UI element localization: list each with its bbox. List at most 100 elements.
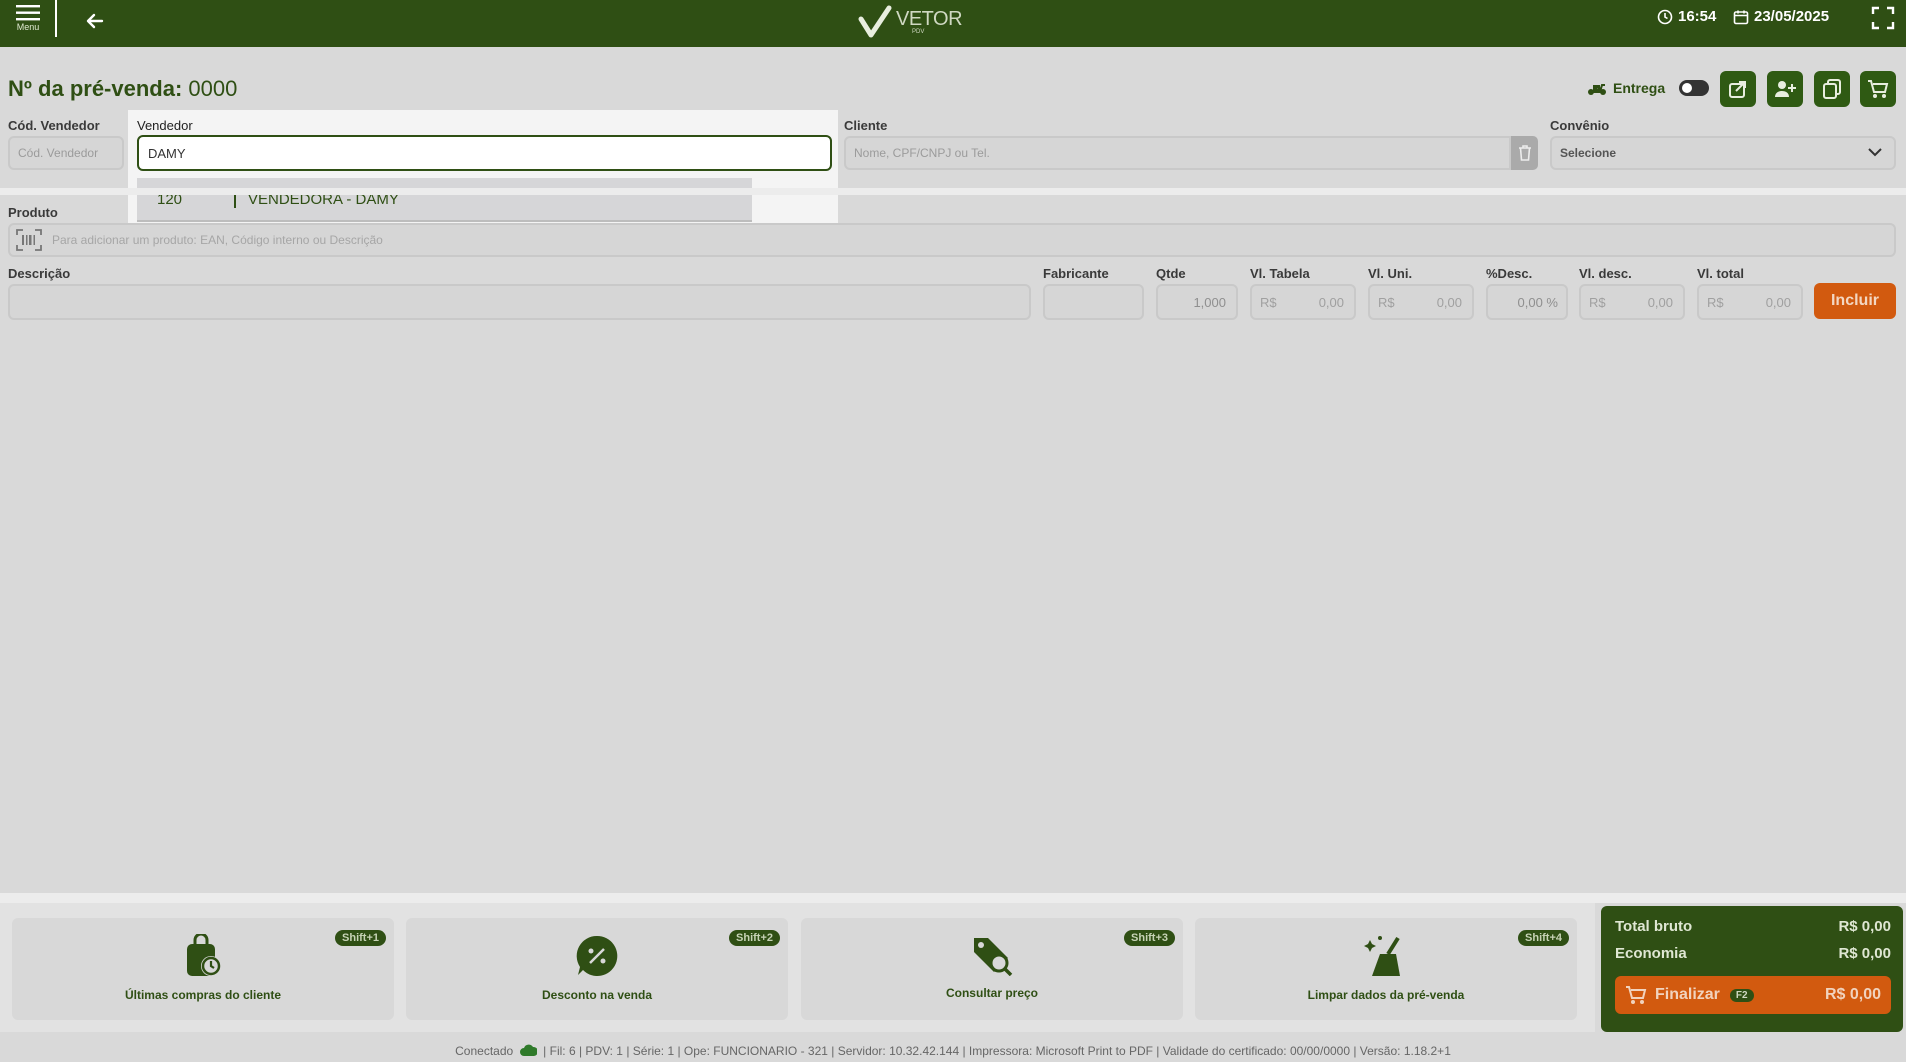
- pct-desc-label: %Desc.: [1486, 266, 1533, 281]
- divider: [55, 0, 57, 37]
- clear-client-button[interactable]: [1511, 136, 1538, 170]
- entrega-toggle-group: Entrega: [1587, 80, 1710, 96]
- action-ultimas-compras[interactable]: Shift+1 Últimas compras do cliente: [12, 918, 394, 1020]
- currency-label: R$: [1707, 294, 1724, 310]
- back-button[interactable]: [82, 8, 108, 34]
- menu-label: Menu: [16, 22, 40, 32]
- cart-button[interactable]: [1860, 71, 1896, 107]
- fullscreen-button[interactable]: [1870, 5, 1896, 31]
- economia-value: R$ 0,00: [1838, 945, 1891, 962]
- broom-icon: [1364, 936, 1400, 976]
- total-bruto-label: Total bruto: [1615, 918, 1693, 935]
- convenio-value: Selecione: [1560, 146, 1617, 160]
- total-bruto-row: Total bruto R$ 0,00: [1615, 918, 1891, 935]
- action-label: Desconto na venda: [541, 988, 653, 1002]
- convenio-label: Convênio: [1550, 118, 1610, 133]
- convenio-select[interactable]: Selecione: [1550, 136, 1896, 170]
- barcode-scan-icon: [16, 229, 42, 251]
- connection-status: Conectado: [455, 1044, 514, 1058]
- currency-label: R$: [1378, 294, 1395, 310]
- section-divider: [0, 188, 1906, 195]
- entrega-toggle[interactable]: [1679, 80, 1710, 96]
- vl-total-input[interactable]: R$ 0,00: [1697, 284, 1803, 320]
- action-label: Consultar preço: [945, 986, 1038, 1000]
- share-icon: [1729, 81, 1746, 98]
- vl-total-value: 0,00: [1765, 294, 1791, 310]
- qtde-label: Qtde: [1156, 266, 1186, 281]
- trash-icon: [1518, 145, 1531, 161]
- hamburger-icon: [16, 5, 40, 21]
- arrow-left-icon: [86, 13, 104, 29]
- status-bar: Conectado | Fil: 6 | PDV: 1 | Série: 1 |…: [0, 1040, 1906, 1062]
- action-desconto[interactable]: Shift+2 Desconto na venda: [406, 918, 788, 1020]
- total-bruto-value: R$ 0,00: [1838, 918, 1891, 935]
- vendedor-label: Vendedor: [137, 118, 193, 133]
- status-info: | Fil: 6 | PDV: 1 | Série: 1 | Ope: FUNC…: [543, 1044, 1451, 1058]
- vl-desc-input[interactable]: R$ 0,00: [1579, 284, 1685, 320]
- logo-check-icon: [858, 5, 892, 38]
- qtde-input[interactable]: 1,000: [1156, 284, 1238, 320]
- copy-button[interactable]: [1814, 71, 1850, 107]
- economia-label: Economia: [1615, 945, 1687, 962]
- top-bar: Menu VETOR PDV 16:54 23/05/2025: [0, 0, 1906, 47]
- fabricante-label: Fabricante: [1043, 266, 1109, 281]
- economia-row: Economia R$ 0,00: [1615, 945, 1891, 962]
- vl-uni-input[interactable]: R$ 0,00: [1368, 284, 1474, 320]
- pct-desc-input[interactable]: 0,00 %: [1486, 284, 1568, 320]
- shortcut-badge: Shift+2: [729, 930, 780, 946]
- clock: 16:54: [1657, 8, 1716, 25]
- bottom-divider: [0, 893, 1906, 903]
- copy-icon: [1823, 79, 1841, 99]
- action-label: Limpar dados da pré-venda: [1307, 988, 1465, 1002]
- cod-vendedor-input[interactable]: Cód. Vendedor: [8, 136, 124, 170]
- incluir-button[interactable]: Incluir: [1814, 283, 1896, 319]
- discount-icon: [576, 935, 618, 976]
- date: 23/05/2025: [1733, 8, 1829, 25]
- page-title: Nº da pré-venda: 0000: [8, 76, 237, 102]
- action-consultar-preco[interactable]: Shift+3 Consultar preço: [801, 918, 1183, 1020]
- vl-tabela-value: 0,00: [1318, 294, 1344, 310]
- finalizar-button[interactable]: Finalizar F2 R$ 0,00: [1615, 976, 1891, 1014]
- finalizar-shortcut: F2: [1729, 988, 1754, 1002]
- finalizar-value: R$ 0,00: [1824, 986, 1881, 1003]
- vl-tabela-input[interactable]: R$ 0,00: [1250, 284, 1356, 320]
- shopping-bag-clock-icon: [187, 934, 221, 976]
- logo-text: VETOR: [896, 8, 963, 30]
- clock-icon: [1657, 9, 1673, 24]
- descricao-input[interactable]: [8, 284, 1031, 320]
- logo: VETOR PDV: [858, 2, 968, 42]
- fabricante-input[interactable]: [1043, 284, 1144, 320]
- date-text: 23/05/2025: [1754, 8, 1830, 25]
- currency-label: R$: [1589, 294, 1606, 310]
- add-client-button[interactable]: [1767, 71, 1803, 107]
- share-button[interactable]: [1720, 71, 1756, 107]
- totals-panel: Total bruto R$ 0,00 Economia R$ 0,00 Fin…: [1601, 906, 1903, 1032]
- action-limpar-dados[interactable]: Shift+4 Limpar dados da pré-venda: [1195, 918, 1577, 1020]
- entrega-label: Entrega: [1613, 80, 1666, 96]
- finalizar-label: Finalizar: [1655, 986, 1720, 1003]
- calendar-icon: [1733, 10, 1749, 24]
- vl-uni-value: 0,00: [1436, 294, 1462, 310]
- vl-uni-label: Vl. Uni.: [1368, 266, 1413, 281]
- shortcut-badge: Shift+1: [335, 930, 386, 946]
- action-label: Últimas compras do cliente: [124, 988, 282, 1002]
- vl-tabela-label: Vl. Tabela: [1250, 266, 1310, 281]
- fullscreen-icon: [1871, 6, 1895, 30]
- produto-input[interactable]: Para adicionar um produto: EAN, Código i…: [8, 223, 1896, 257]
- vl-total-label: Vl. total: [1697, 266, 1744, 281]
- vl-desc-value: 0,00: [1647, 294, 1673, 310]
- cloud-connected-icon: [520, 1044, 538, 1056]
- cart-icon: [1868, 80, 1889, 98]
- cliente-input[interactable]: Nome, CPF/CNPJ ou Tel.: [844, 136, 1511, 170]
- shortcut-badge: Shift+3: [1124, 930, 1175, 946]
- currency-label: R$: [1260, 294, 1277, 310]
- descricao-label: Descrição: [8, 266, 71, 281]
- title-number: 0000: [188, 76, 238, 101]
- menu-button[interactable]: Menu: [8, 2, 48, 42]
- vendedor-input[interactable]: DAMY: [137, 135, 832, 171]
- shortcut-badge: Shift+4: [1518, 930, 1569, 946]
- time-text: 16:54: [1678, 8, 1717, 25]
- vendedor-option[interactable]: 120 VENDEDORA - DAMY: [137, 178, 752, 222]
- vl-desc-label: Vl. desc.: [1579, 266, 1632, 281]
- delivery-scooter-icon: [1588, 84, 1606, 95]
